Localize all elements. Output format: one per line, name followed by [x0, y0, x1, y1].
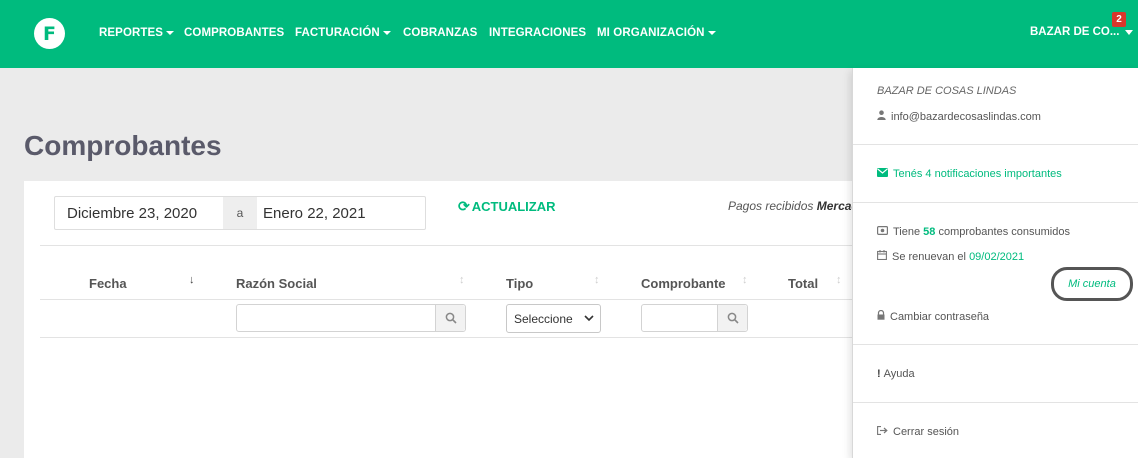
search-button[interactable]	[435, 305, 465, 331]
select-value: Seleccione	[514, 311, 573, 326]
menu-divider	[853, 344, 1138, 345]
nav-label: FACTURACIÓN	[295, 27, 380, 39]
divider	[40, 299, 852, 300]
org-dropdown-menu: BAZAR DE COSAS LINDAS info@bazardecosasl…	[852, 68, 1138, 458]
refresh-button[interactable]: ⟳ ACTUALIZAR	[458, 198, 556, 215]
sort-icon[interactable]: ↕	[459, 274, 465, 286]
org-email: info@bazardecosaslindas.com	[877, 110, 1041, 123]
consumed-prefix: Tiene	[893, 226, 921, 238]
nav-label: COBRANZAS	[403, 27, 478, 39]
nav-item-comprobantes[interactable]: COMPROBANTES	[184, 27, 284, 39]
change-password-text: Cambiar contraseña	[890, 310, 990, 323]
search-button[interactable]	[717, 305, 747, 331]
column-header-fecha[interactable]: Fecha	[89, 276, 127, 291]
envelope-icon	[877, 168, 888, 180]
lock-icon	[877, 309, 885, 323]
search-icon	[445, 312, 457, 324]
nav-label: INTEGRACIONES	[489, 27, 587, 39]
sort-icon[interactable]: ↕	[836, 274, 842, 286]
tipo-filter-select[interactable]: Seleccione	[506, 304, 601, 333]
logout-text: Cerrar sesión	[893, 426, 960, 438]
divider	[40, 337, 852, 338]
menu-divider	[853, 202, 1138, 203]
notifications-text: Tenés 4 notificaciones importantes	[893, 168, 1062, 180]
help-link[interactable]: ! Ayuda	[877, 368, 915, 380]
renew-prefix: Se renuevan el	[892, 250, 966, 263]
org-full-name: BAZAR DE COSAS LINDAS	[877, 85, 1017, 97]
org-menu-toggle[interactable]: BAZAR DE CO...	[1030, 26, 1134, 38]
column-header-total[interactable]: Total	[788, 276, 818, 291]
sort-icon[interactable]: ↕	[594, 274, 600, 286]
user-icon	[877, 110, 886, 123]
top-navbar: F REPORTES COMPROBANTES FACTURACIÓN COBR…	[0, 0, 1138, 68]
exclamation-icon: !	[877, 368, 881, 380]
refresh-icon: ⟳	[458, 198, 470, 214]
org-name-label: BAZAR DE CO...	[1030, 26, 1120, 38]
nav-item-mi-organizacion[interactable]: MI ORGANIZACIÓN	[597, 27, 716, 39]
notification-badge[interactable]: 2	[1112, 12, 1126, 27]
mi-cuenta-link[interactable]: Mi cuenta	[1051, 267, 1133, 301]
logo-letter: F	[43, 22, 56, 45]
menu-divider	[853, 402, 1138, 403]
email-text: info@bazardecosaslindas.com	[891, 110, 1041, 123]
logout-link[interactable]: Cerrar sesión	[877, 426, 959, 438]
date-from-input[interactable]: Diciembre 23, 2020	[55, 197, 223, 229]
sort-icon[interactable]: ↕	[742, 274, 748, 286]
chevron-down-icon	[584, 315, 594, 322]
refresh-label: ACTUALIZAR	[471, 199, 556, 214]
help-text: Ayuda	[883, 368, 915, 380]
sort-desc-icon[interactable]: ↓	[189, 274, 195, 286]
nav-item-cobranzas[interactable]: COBRANZAS	[403, 27, 477, 39]
razon-social-filter-input[interactable]	[236, 304, 466, 332]
renew-date: 09/02/2021	[969, 250, 1025, 263]
renew-info: Se renuevan el 09/02/2021	[877, 250, 1024, 263]
caret-down-icon	[382, 31, 391, 35]
date-separator: a	[223, 197, 257, 229]
comprobante-filter-input[interactable]	[641, 304, 748, 332]
change-password-link[interactable]: Cambiar contraseña	[877, 309, 990, 323]
column-header-razon-social[interactable]: Razón Social	[236, 276, 317, 291]
notifications-link[interactable]: Tenés 4 notificaciones importantes	[877, 168, 1062, 180]
nav-item-integraciones[interactable]: INTEGRACIONES	[489, 27, 586, 39]
nav-label: COMPROBANTES	[184, 27, 285, 39]
column-header-comprobante[interactable]: Comprobante	[641, 276, 726, 291]
menu-divider	[853, 144, 1138, 145]
consumed-suffix: comprobantes consumidos	[938, 226, 1070, 238]
ticket-icon	[877, 226, 889, 238]
nav-item-reportes[interactable]: REPORTES	[99, 27, 175, 39]
caret-down-icon	[707, 31, 716, 35]
page-title: Comprobantes	[24, 130, 222, 161]
date-to-input[interactable]: Enero 22, 2021	[257, 197, 425, 229]
nav-label: MI ORGANIZACIÓN	[597, 27, 705, 39]
divider	[40, 245, 852, 246]
column-header-tipo[interactable]: Tipo	[506, 276, 533, 291]
search-icon	[727, 312, 739, 324]
sign-out-icon	[877, 426, 888, 438]
consumed-count: 58	[923, 226, 936, 238]
caret-down-icon	[1125, 29, 1134, 35]
payments-received-text: Pagos recibidos Mercad	[728, 199, 859, 213]
caret-down-icon	[166, 31, 175, 35]
date-range-picker[interactable]: Diciembre 23, 2020 a Enero 22, 2021	[54, 196, 426, 230]
consumed-info: Tiene 58 comprobantes consumidos	[877, 226, 1070, 238]
pagos-prefix: Pagos recibidos	[728, 199, 814, 213]
nav-item-facturacion[interactable]: FACTURACIÓN	[295, 27, 391, 39]
nav-label: REPORTES	[99, 27, 164, 39]
app-logo[interactable]: F	[34, 18, 65, 49]
calendar-icon	[877, 250, 887, 263]
